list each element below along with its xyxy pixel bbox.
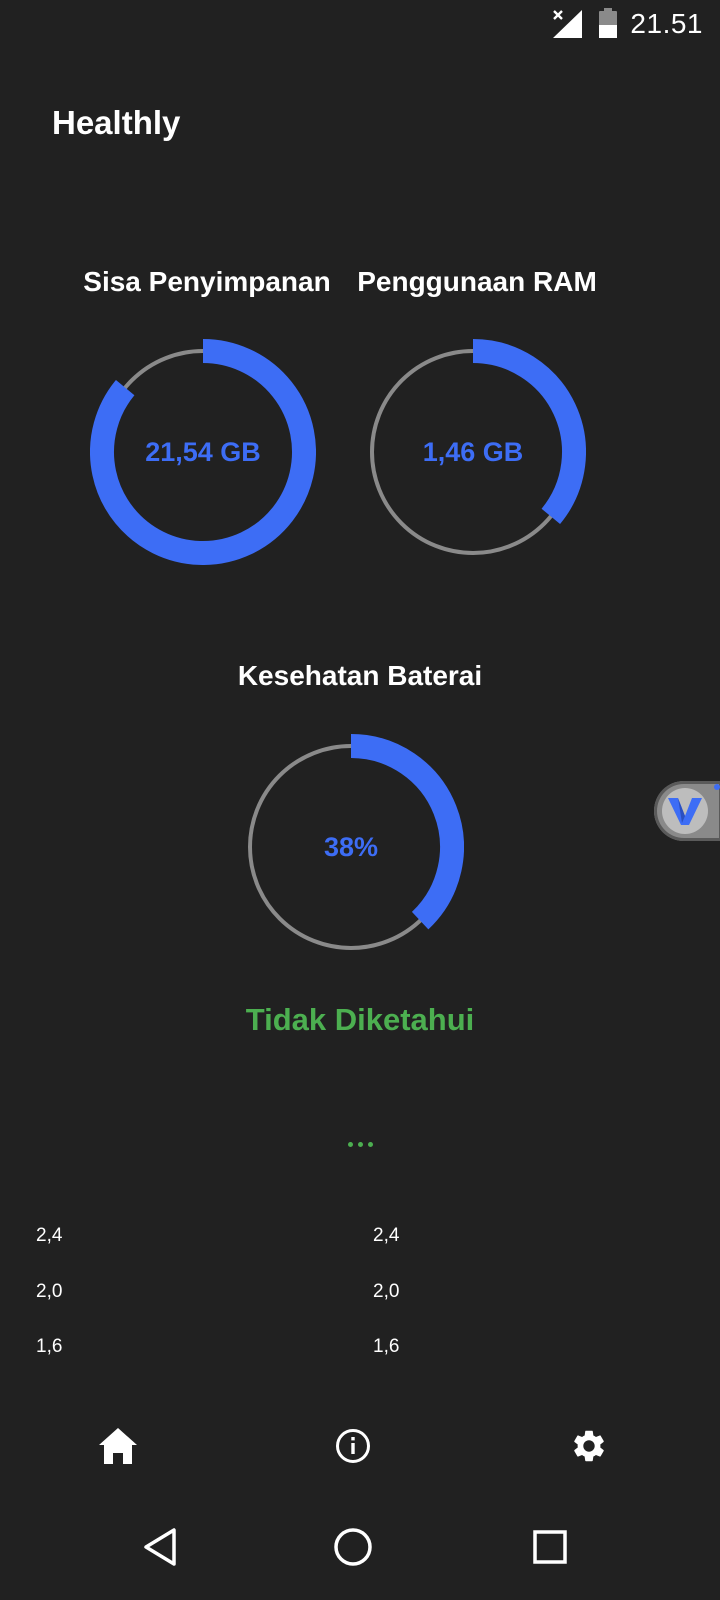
signal-no-service-icon — [553, 10, 583, 43]
info-icon — [335, 1428, 371, 1469]
battery-title: Kesehatan Baterai — [237, 660, 483, 691]
left-chart-axis-label: 1,6 — [36, 1336, 63, 1357]
home-icon — [98, 1427, 138, 1470]
v-logo-icon — [662, 788, 708, 834]
ram-title: Penggunaan RAM — [357, 266, 597, 297]
right-chart-axis-label: 2,4 — [373, 1225, 400, 1246]
left-chart-axis-label: 2,0 — [36, 1281, 63, 1302]
nav-settings-button[interactable] — [567, 1426, 611, 1470]
status-bar: 21.51 — [0, 0, 720, 50]
right-chart-axis-label: 2,0 — [373, 1281, 400, 1302]
battery-health-status: Tidak Diketahui — [245, 1002, 475, 1037]
home-circle-icon — [333, 1527, 373, 1572]
back-triangle-icon — [142, 1527, 178, 1572]
storage-title: Sisa Penyimpanan — [83, 266, 331, 297]
battery-half-icon — [599, 8, 617, 43]
storage-gauge: 21,54 GB — [90, 339, 316, 565]
notification-dot — [714, 784, 720, 790]
system-home-button[interactable] — [331, 1527, 375, 1571]
recents-square-icon — [532, 1529, 568, 1570]
system-back-button[interactable] — [138, 1527, 182, 1571]
ram-value: 1,46 GB — [422, 436, 524, 467]
loading-dot — [367, 1142, 373, 1147]
system-recents-button[interactable] — [528, 1527, 572, 1571]
battery-value: 38% — [323, 831, 379, 862]
nav-info-button[interactable] — [331, 1426, 375, 1470]
bottom-navigation — [0, 1400, 720, 1495]
system-navigation-bar — [0, 1495, 720, 1600]
battery-gauge: 38% — [248, 734, 464, 950]
settings-gear-icon — [570, 1427, 608, 1470]
floating-overlay-button[interactable] — [654, 781, 720, 841]
ram-gauge: 1,46 GB — [370, 339, 586, 555]
loading-dot — [347, 1142, 353, 1147]
storage-value: 21,54 GB — [145, 436, 261, 467]
loading-indicator — [0, 1142, 720, 1147]
left-chart-axis-label: 2,4 — [36, 1225, 63, 1246]
app-title: Healthly — [52, 104, 181, 141]
nav-home-button[interactable] — [96, 1426, 140, 1470]
loading-dot — [357, 1142, 363, 1147]
right-chart-axis-label: 1,6 — [373, 1336, 400, 1357]
status-time: 21.51 — [630, 8, 703, 39]
